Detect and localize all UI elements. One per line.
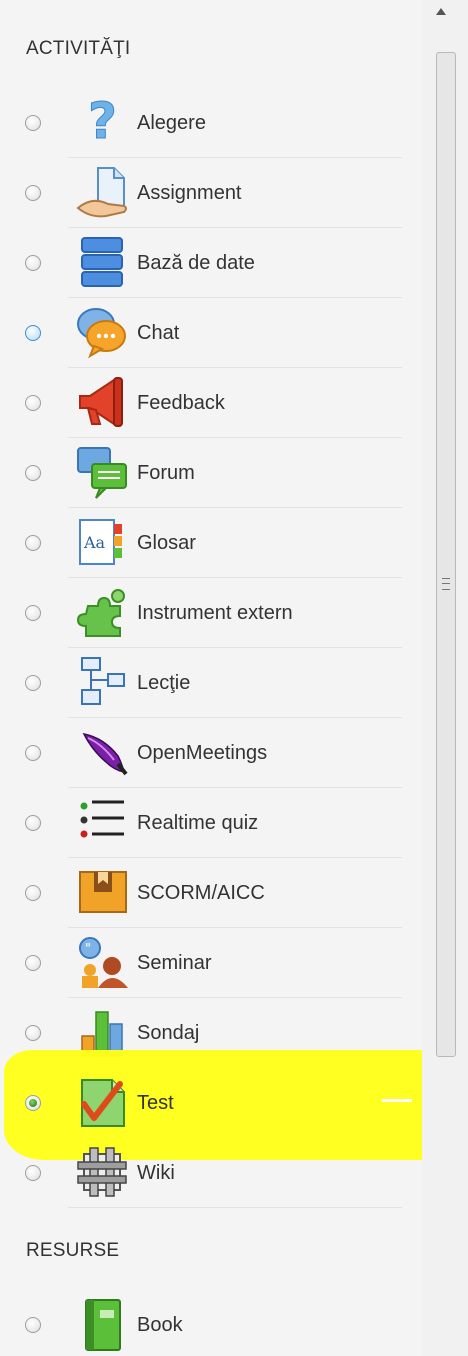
chat-icon bbox=[74, 304, 132, 362]
vertical-scrollbar[interactable] bbox=[422, 0, 468, 1356]
svg-text:": " bbox=[85, 942, 91, 957]
activity-option-lectie[interactable]: Lecţie bbox=[16, 648, 402, 718]
scorm-box-icon bbox=[74, 864, 132, 922]
resource-option-book[interactable]: Book bbox=[16, 1290, 402, 1356]
radio-button[interactable] bbox=[25, 675, 41, 691]
resource-label: Book bbox=[137, 1314, 183, 1336]
workshop-icon: " bbox=[74, 934, 132, 992]
glossary-icon: Aa bbox=[74, 514, 132, 572]
activity-option-feedback[interactable]: Feedback bbox=[16, 368, 402, 438]
radio-button[interactable] bbox=[25, 745, 41, 761]
radio-button[interactable] bbox=[25, 395, 41, 411]
scroll-track[interactable] bbox=[428, 22, 456, 1356]
activity-option-openmeetings[interactable]: OpenMeetings bbox=[16, 718, 402, 788]
quiz-check-icon bbox=[74, 1074, 132, 1132]
activity-label: Lecţie bbox=[137, 672, 191, 694]
activity-option-assignment[interactable]: Assignment bbox=[16, 158, 402, 228]
megaphone-icon bbox=[74, 374, 132, 432]
activity-option-alegere[interactable]: ? Alegere bbox=[16, 88, 402, 158]
radio-button[interactable] bbox=[25, 1317, 41, 1333]
activity-option-instrument-extern[interactable]: Instrument extern bbox=[16, 578, 402, 648]
activity-label: Glosar bbox=[137, 532, 196, 554]
activity-option-chat[interactable]: Chat bbox=[16, 298, 402, 368]
radio-button[interactable] bbox=[25, 185, 41, 201]
assignment-icon bbox=[74, 164, 132, 222]
divider bbox=[68, 1207, 402, 1208]
activity-option-baza-de-date[interactable]: Bază de date bbox=[16, 228, 402, 298]
scroll-up-arrow-icon[interactable] bbox=[436, 8, 446, 15]
activity-label: SCORM/AICC bbox=[137, 882, 265, 904]
svg-text:Aa: Aa bbox=[83, 533, 106, 552]
radio-button-selected[interactable] bbox=[25, 1095, 41, 1111]
question-icon: ? bbox=[74, 94, 132, 152]
radio-button[interactable] bbox=[25, 1165, 41, 1181]
lesson-icon bbox=[74, 654, 132, 712]
list-icon bbox=[74, 794, 132, 852]
activity-option-forum[interactable]: Forum bbox=[16, 438, 402, 508]
activity-label: Seminar bbox=[137, 952, 212, 974]
activity-label: Bază de date bbox=[137, 252, 255, 274]
database-icon bbox=[74, 234, 132, 292]
activity-label: Assignment bbox=[137, 182, 242, 204]
section-heading-resources: RESURSE bbox=[26, 1240, 120, 1261]
radio-button[interactable] bbox=[25, 255, 41, 271]
activity-label: Wiki bbox=[137, 1162, 175, 1184]
activity-label: Realtime quiz bbox=[137, 812, 259, 834]
radio-button[interactable] bbox=[25, 115, 41, 131]
activity-label: Forum bbox=[137, 462, 195, 484]
activity-label: Alegere bbox=[137, 112, 206, 134]
svg-text:?: ? bbox=[88, 94, 117, 150]
radio-button[interactable] bbox=[25, 815, 41, 831]
activity-option-seminar[interactable]: " Seminar bbox=[16, 928, 402, 998]
scroll-thumb[interactable] bbox=[436, 52, 456, 1057]
activity-option-scorm-aicc[interactable]: SCORM/AICC bbox=[16, 858, 402, 928]
activity-option-glosar[interactable]: Aa Glosar bbox=[16, 508, 402, 578]
activity-option-realtime-quiz[interactable]: Realtime quiz bbox=[16, 788, 402, 858]
activity-label: Chat bbox=[137, 322, 180, 344]
grip-icon bbox=[442, 578, 450, 590]
activity-label: Instrument extern bbox=[137, 602, 293, 624]
activity-option-wiki[interactable]: Wiki bbox=[16, 1138, 402, 1208]
activity-label: Test bbox=[137, 1092, 174, 1114]
activity-label: Feedback bbox=[137, 392, 225, 414]
wiki-icon bbox=[74, 1144, 132, 1202]
radio-button[interactable] bbox=[25, 1025, 41, 1041]
radio-button[interactable] bbox=[25, 325, 41, 341]
radio-button[interactable] bbox=[25, 605, 41, 621]
activity-label: OpenMeetings bbox=[137, 742, 268, 764]
activity-label: Sondaj bbox=[137, 1022, 200, 1044]
radio-button[interactable] bbox=[25, 885, 41, 901]
activity-option-test[interactable]: Test bbox=[16, 1068, 402, 1138]
feather-icon bbox=[74, 724, 132, 782]
radio-button[interactable] bbox=[25, 465, 41, 481]
activity-chooser-panel: ACTIVITĂŢI ? Alegere Assignment Bază de … bbox=[0, 0, 422, 1356]
radio-button[interactable] bbox=[25, 955, 41, 971]
radio-button[interactable] bbox=[25, 535, 41, 551]
puzzle-icon bbox=[74, 584, 132, 642]
section-heading-activities: ACTIVITĂŢI bbox=[26, 38, 131, 59]
book-icon bbox=[74, 1296, 132, 1354]
forum-icon bbox=[74, 444, 132, 502]
